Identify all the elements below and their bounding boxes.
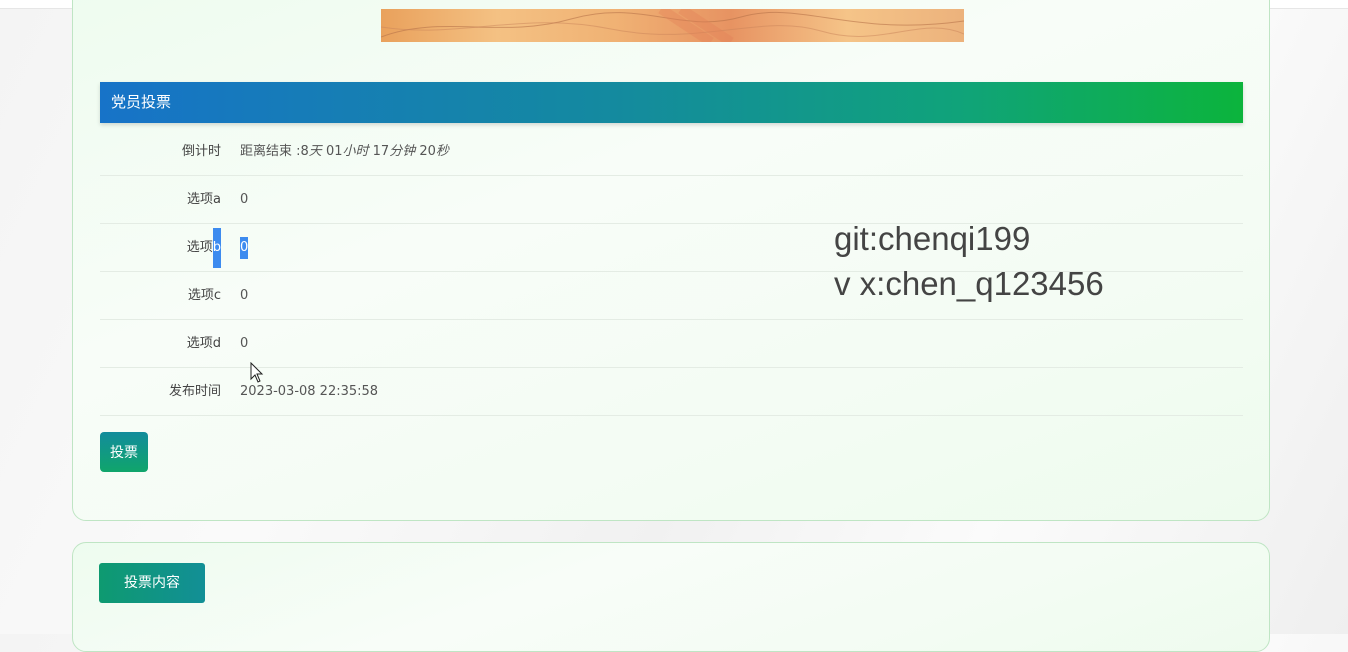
option-d-label: 选项d	[186, 336, 221, 351]
option-a-row: 选项a 0	[100, 176, 1243, 224]
vote-content-button[interactable]: 投票内容	[99, 563, 205, 603]
option-c-label: 选项c	[187, 288, 221, 303]
vote-button[interactable]: 投票	[100, 432, 148, 472]
publish-time-label: 发布时间	[168, 384, 221, 399]
option-d-count: 0	[240, 336, 249, 351]
vote-panel: 党员投票 倒计时 距离结束 :8天 01小时 17分钟 20秒 选项a 0 选项…	[72, 0, 1270, 521]
option-a-label: 选项a	[187, 192, 221, 207]
mouse-cursor-icon	[250, 362, 264, 383]
option-a-count: 0	[240, 192, 249, 207]
option-d-row: 选项d 0	[100, 320, 1243, 368]
option-b-count: 0	[240, 224, 249, 272]
vote-section-header: 党员投票	[100, 82, 1243, 123]
countdown-value: 距离结束 :8天 01小时 17分钟 20秒	[240, 144, 449, 159]
option-b-label: 选项b	[187, 224, 221, 272]
countdown-label: 倒计时	[181, 144, 221, 159]
vote-section-title: 党员投票	[111, 93, 172, 111]
countdown-row: 倒计时 距离结束 :8天 01小时 17分钟 20秒	[100, 128, 1243, 176]
content-panel: 投票内容	[72, 542, 1270, 652]
option-c-count: 0	[240, 288, 249, 303]
watermark-wechat: v x:chen_q123456	[834, 265, 1104, 302]
watermark-git: git:chenqi199	[834, 220, 1031, 257]
publish-time-row: 发布时间 2023-03-08 22:35:58	[100, 368, 1243, 416]
banner-image	[381, 9, 964, 42]
